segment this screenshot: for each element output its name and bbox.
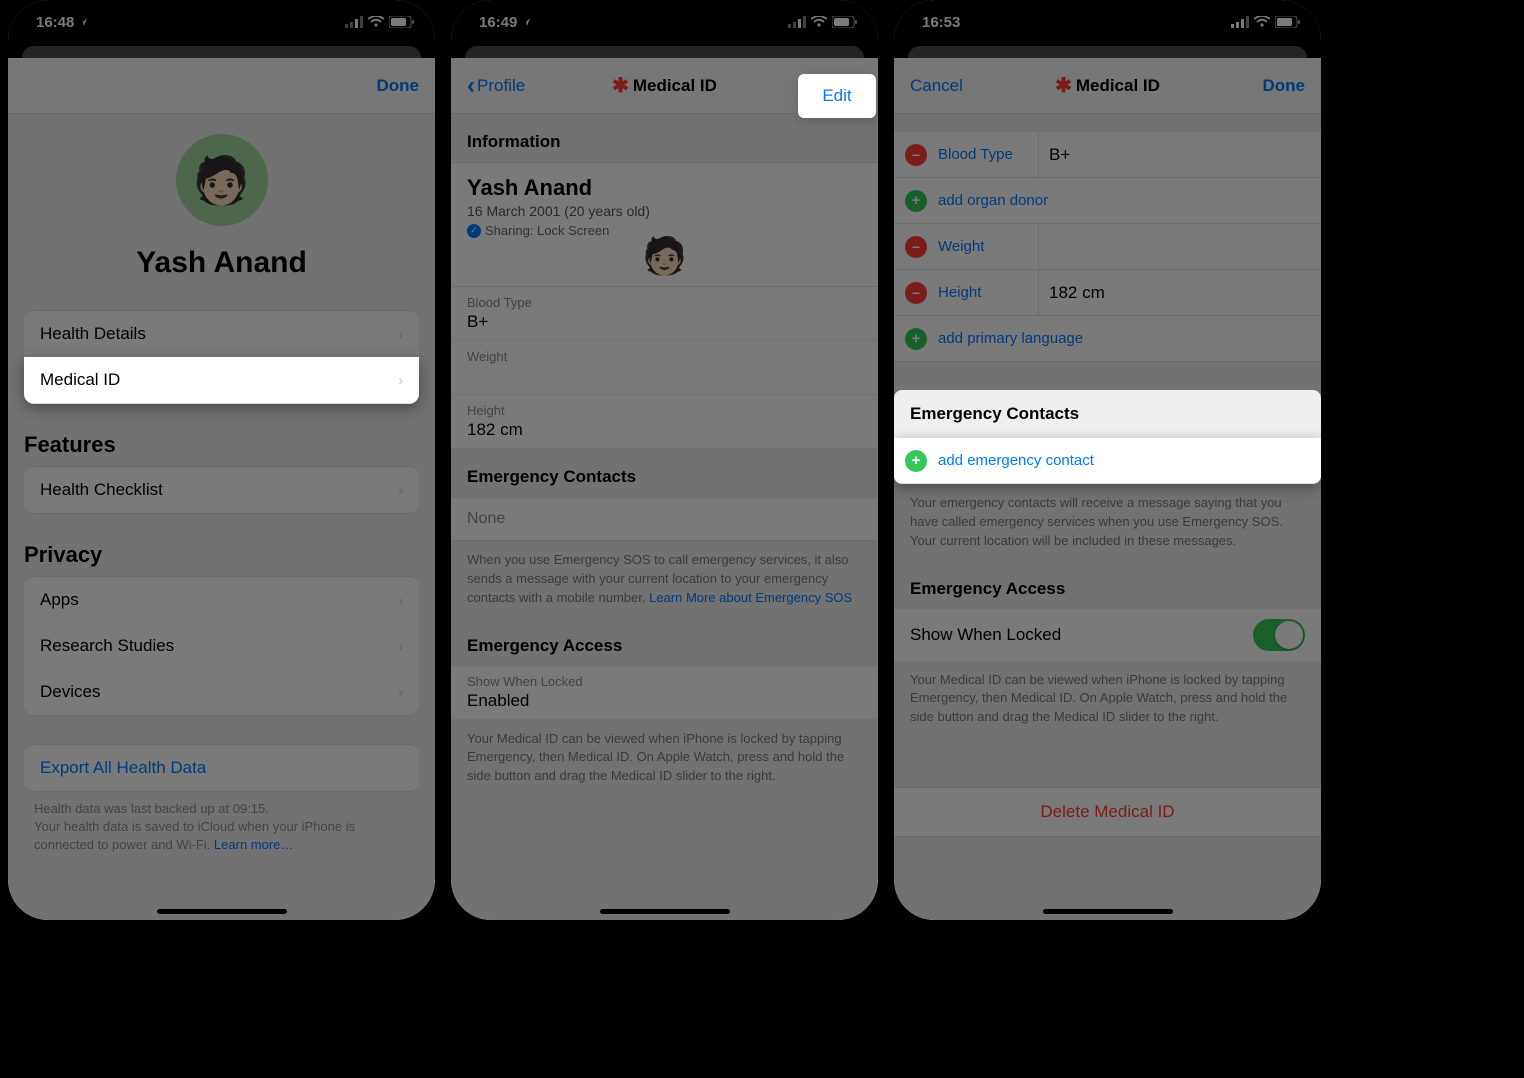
remove-icon[interactable]: − — [905, 282, 927, 304]
cell-signal-icon — [345, 16, 363, 28]
medical-id-icon: ✱ — [612, 73, 629, 98]
page-title: Medical ID — [633, 76, 717, 96]
page-title: Medical ID — [1076, 76, 1160, 96]
add-primary-language-row[interactable]: + add primary language — [894, 316, 1321, 362]
emergency-contacts-header: Emergency Contacts — [894, 390, 1321, 438]
status-bar: 16:53 — [894, 0, 1321, 44]
show-when-locked-row: Show When Locked Enabled — [451, 666, 878, 720]
medical-id-icon: ✱ — [1055, 73, 1072, 98]
home-indicator[interactable] — [157, 909, 287, 914]
information-header: Information — [451, 114, 878, 162]
home-indicator[interactable] — [1043, 909, 1173, 914]
emergency-access-header: Emergency Access — [451, 618, 878, 666]
info-dob: 16 March 2001 (20 years old) — [467, 203, 862, 219]
status-bar: 16:49 — [451, 0, 878, 44]
info-name: Yash Anand — [467, 175, 862, 201]
chevron-left-icon: ‹ — [467, 72, 475, 100]
add-icon[interactable]: + — [905, 450, 927, 472]
cell-signal-icon — [1231, 16, 1249, 28]
chevron-right-icon: › — [398, 592, 403, 608]
research-studies-row[interactable]: Research Studies› — [24, 623, 419, 670]
battery-icon — [389, 16, 415, 28]
check-badge-icon: ✓ — [467, 224, 481, 238]
back-button[interactable]: ‹ Profile — [467, 72, 525, 100]
emergency-access-header: Emergency Access — [894, 561, 1321, 609]
add-icon[interactable]: + — [905, 328, 927, 350]
add-icon[interactable]: + — [905, 190, 927, 212]
wifi-icon — [811, 16, 827, 28]
location-arrow-icon — [521, 17, 531, 27]
nav-bar: Cancel ✱ Medical ID Done — [894, 58, 1321, 114]
status-time: 16:49 — [479, 14, 517, 31]
show-when-locked-row[interactable]: Show When Locked — [894, 609, 1321, 661]
cell-signal-icon — [788, 16, 806, 28]
edit-button[interactable]: Edit — [798, 74, 876, 118]
features-header: Features — [8, 432, 435, 466]
avatar: 🧑🏻 — [467, 238, 862, 274]
blood-type-row[interactable]: − Blood Type B+ — [894, 132, 1321, 178]
battery-icon — [1275, 16, 1301, 28]
emergency-access-footer: Your Medical ID can be viewed when iPhon… — [894, 661, 1321, 738]
weight-row[interactable]: − Weight — [894, 224, 1321, 270]
emergency-contacts-footer: Your emergency contacts will receive a m… — [894, 484, 1321, 561]
cancel-button[interactable]: Cancel — [910, 76, 963, 96]
emergency-access-footer: Your Medical ID can be viewed when iPhon… — [451, 720, 878, 797]
chevron-right-icon: › — [398, 684, 403, 700]
nav-bar: ‹ Profile ✱ Medical ID Edit — [451, 58, 878, 114]
status-time: 16:53 — [922, 14, 960, 31]
emergency-contacts-header: Emergency Contacts — [451, 449, 878, 497]
apps-row[interactable]: Apps› — [24, 576, 419, 624]
weight-row: Weight — [451, 341, 878, 395]
medical-id-row[interactable]: Medical ID › — [24, 357, 419, 404]
height-row: Height 182 cm — [451, 395, 878, 449]
wifi-icon — [1254, 16, 1270, 28]
delete-medical-id-button[interactable]: Delete Medical ID — [894, 787, 1321, 837]
home-indicator[interactable] — [600, 909, 730, 914]
remove-icon[interactable]: − — [905, 144, 927, 166]
learn-more-link[interactable]: Learn more… — [214, 837, 293, 852]
remove-icon[interactable]: − — [905, 236, 927, 258]
emergency-contacts-none: None — [451, 497, 878, 541]
info-card: Yash Anand 16 March 2001 (20 years old) … — [451, 162, 878, 287]
battery-icon — [832, 16, 858, 28]
blood-type-row: Blood Type B+ — [451, 287, 878, 341]
export-health-data[interactable]: Export All Health Data — [24, 744, 419, 792]
status-bar: 16:48 — [8, 0, 435, 44]
chevron-right-icon: › — [398, 372, 403, 388]
status-time: 16:48 — [36, 14, 74, 31]
backup-note: Health data was last backed up at 09:15.… — [8, 792, 435, 863]
location-arrow-icon — [78, 17, 88, 27]
emergency-contacts-footer: When you use Emergency SOS to call emerg… — [451, 541, 878, 618]
done-button[interactable]: Done — [377, 76, 420, 96]
toggle-switch[interactable] — [1253, 619, 1305, 651]
profile-name: Yash Anand — [136, 246, 307, 280]
health-checklist-row[interactable]: Health Checklist › — [24, 466, 419, 514]
privacy-header: Privacy — [8, 542, 435, 576]
chevron-right-icon: › — [398, 326, 403, 342]
avatar: 🧑🏻 — [176, 134, 268, 226]
chevron-right-icon: › — [398, 482, 403, 498]
devices-row[interactable]: Devices› — [24, 669, 419, 716]
nav-bar: Done — [8, 58, 435, 114]
done-button[interactable]: Done — [1262, 76, 1305, 96]
learn-more-sos-link[interactable]: Learn More about Emergency SOS — [649, 590, 852, 605]
height-row[interactable]: − Height 182 cm — [894, 270, 1321, 316]
wifi-icon — [368, 16, 384, 28]
add-emergency-contact-row[interactable]: + add emergency contact — [894, 438, 1321, 484]
health-details-row[interactable]: Health Details › — [24, 310, 419, 358]
chevron-right-icon: › — [398, 638, 403, 654]
add-organ-donor-row[interactable]: + add organ donor — [894, 178, 1321, 224]
